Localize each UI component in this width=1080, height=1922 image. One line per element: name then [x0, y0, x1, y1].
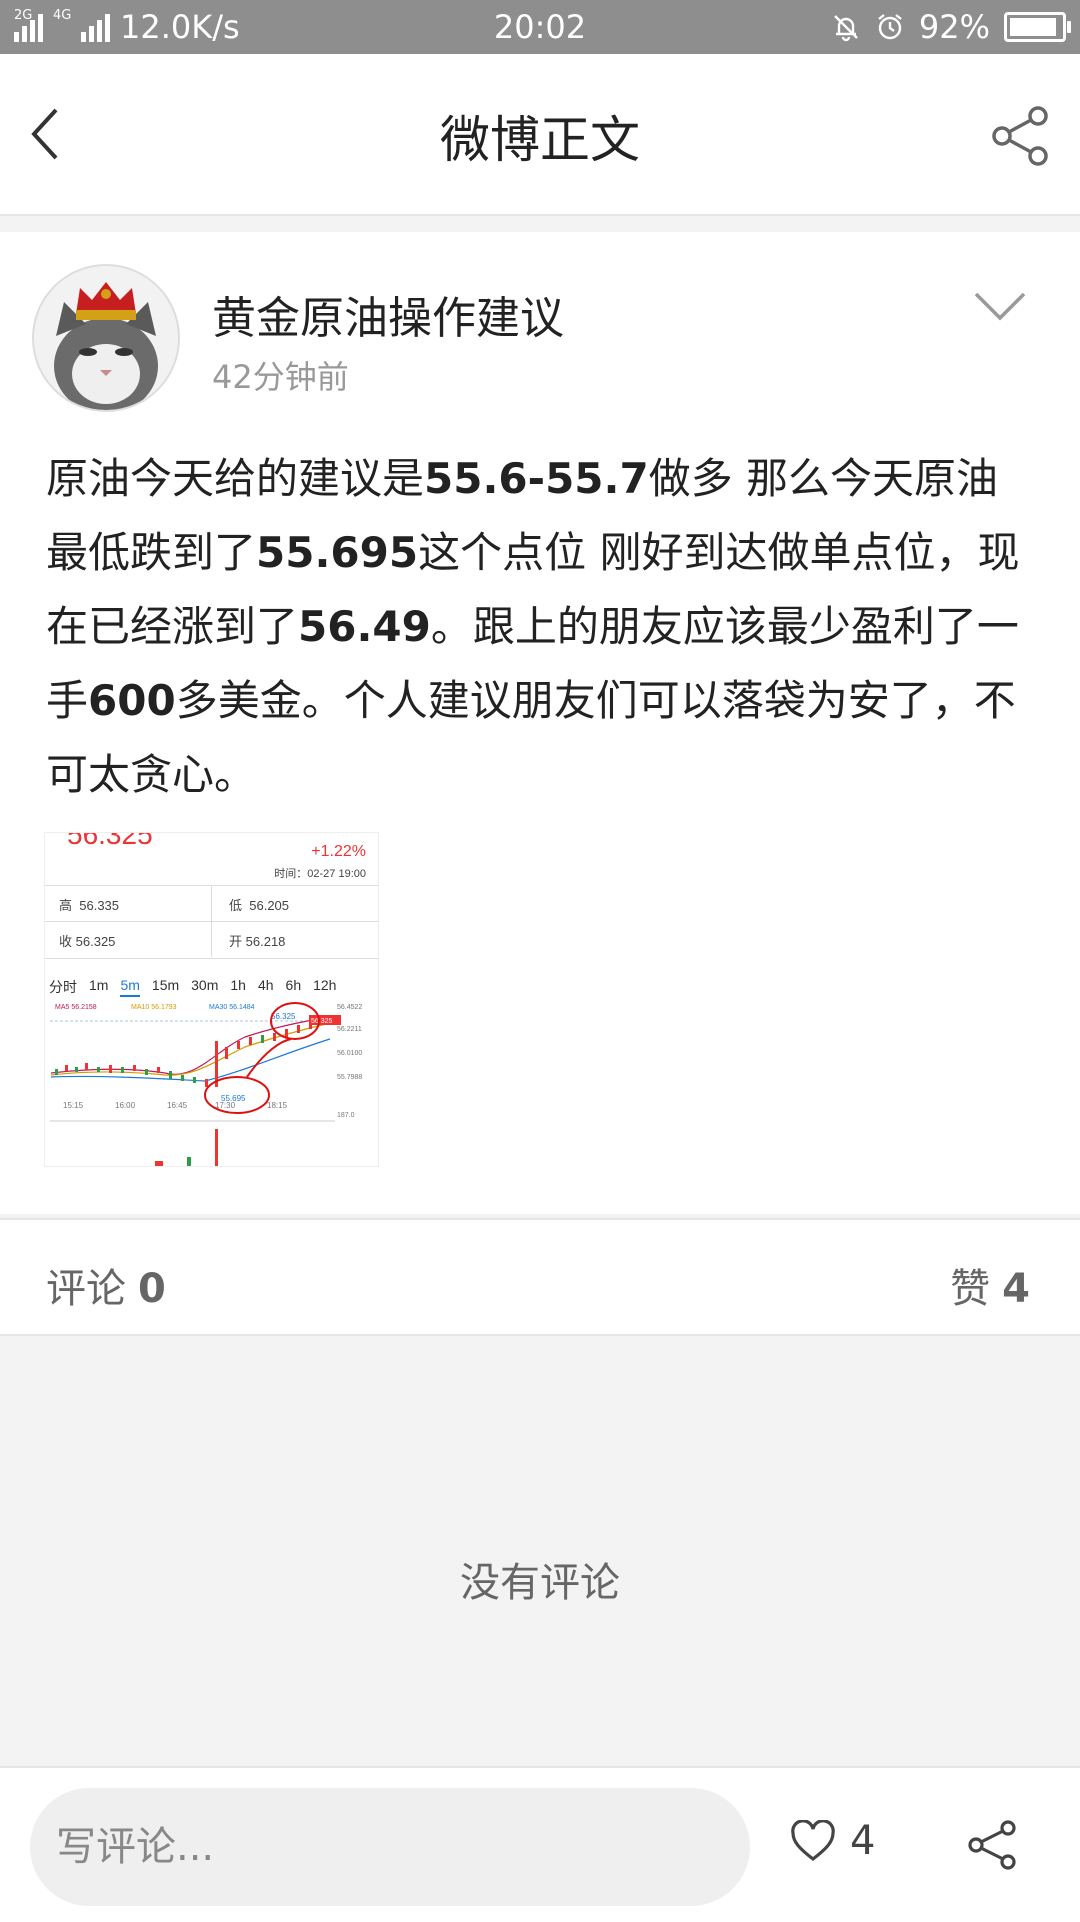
likes-tab[interactable]: 赞4 — [950, 1256, 1030, 1314]
status-right: 92% — [831, 8, 1071, 46]
like-count: 4 — [850, 1818, 876, 1864]
cat-with-crown-avatar-icon — [34, 266, 178, 410]
post-text-segment: 55.695 — [256, 528, 419, 577]
image-tab: 分时 — [49, 979, 77, 995]
image-tab: 4h — [257, 977, 274, 993]
battery-icon — [1004, 12, 1071, 42]
alarm-clock-icon — [878, 14, 902, 40]
svg-text:56.325: 56.325 — [271, 1012, 296, 1021]
like-button[interactable]: 4 — [790, 1818, 875, 1864]
no-comments-text: 没有评论 — [460, 1560, 620, 1606]
svg-text:56.4522: 56.4522 — [337, 1004, 362, 1011]
svg-text:MA30 56.1484: MA30 56.1484 — [209, 1004, 255, 1011]
image-high: 高 56.335 — [59, 898, 120, 913]
svg-text:55.7988: 55.7988 — [337, 1074, 362, 1081]
candlestick-chart: MA5 56.2158 MA10 56.1793 MA30 56.1484 56… — [50, 1002, 362, 1166]
post-text-segment: 多美金。个人建议朋友们可以落袋为安了，不可太贪心。 — [46, 676, 1016, 799]
svg-text:MA5 56.2158: MA5 56.2158 — [55, 1004, 97, 1011]
post-card: 黄金原油操作建议 42分钟前 原油今天给的建议是55.6-55.7做多 那么今天… — [0, 232, 1080, 1214]
comment-input[interactable] — [30, 1788, 750, 1906]
svg-text:56.2211: 56.2211 — [337, 1026, 362, 1033]
interaction-counts: 评论 0 赞4 — [0, 1218, 1080, 1336]
chevron-down-icon[interactable] — [972, 288, 1028, 324]
svg-text:56.0100: 56.0100 — [337, 1050, 362, 1057]
post-text-segment: 55.6-55.7 — [424, 454, 649, 503]
svg-text:15:15: 15:15 — [63, 1101, 84, 1110]
share-icon[interactable] — [966, 1818, 1020, 1872]
candles — [55, 1019, 312, 1166]
svg-text:16:45: 16:45 — [167, 1101, 188, 1110]
comments-tab[interactable]: 评论 0 — [46, 1256, 166, 1314]
top-nav-bar: 微博正文 — [0, 54, 1080, 216]
avatar[interactable] — [32, 264, 180, 412]
image-tab: 1h — [230, 977, 246, 993]
image-close: 收 56.325 — [59, 934, 116, 949]
image-change: +1.22% — [311, 843, 366, 860]
image-tab: 12h — [313, 977, 337, 993]
svg-text:18:15: 18:15 — [267, 1101, 288, 1110]
heart-icon — [791, 1820, 835, 1862]
image-tab: 15m — [151, 977, 180, 993]
bottom-action-bar: 4 — [0, 1766, 1080, 1922]
mute-bell-icon — [834, 15, 858, 42]
svg-text:MA10 56.1793: MA10 56.1793 — [131, 1004, 177, 1011]
image-tab: 6h — [285, 977, 302, 993]
page-title: 微博正文 — [440, 111, 640, 169]
post-text-segment: 56.49 — [298, 602, 431, 651]
image-time: 时间：02-27 19:00 — [274, 868, 366, 880]
image-interval-tabs: 分时 1m 5m 15m 30m 1h 4h 6h 12h — [49, 977, 336, 997]
image-tab: 30m — [191, 977, 219, 993]
image-open: 开 56.218 — [229, 934, 286, 949]
image-price: 56.325 — [67, 832, 153, 850]
svg-text:16:00: 16:00 — [115, 1101, 136, 1110]
image-tab: 5m — [120, 977, 140, 997]
svg-text:187.0: 187.0 — [337, 1112, 355, 1119]
svg-text:56.325: 56.325 — [311, 1018, 333, 1025]
post-text: 原油今天给的建议是55.6-55.7做多 那么今天原油最低跌到了55.695这个… — [46, 442, 1036, 812]
post-text-segment: 600 — [88, 676, 176, 725]
post-image[interactable]: 56.325 +1.22% 时间：02-27 19:00 高 56.335 低 … — [44, 832, 379, 1167]
post-time: 42分钟前 — [212, 358, 349, 396]
post-text-segment: 原油今天给的建议是 — [46, 454, 425, 503]
image-low: 低 56.205 — [229, 898, 290, 913]
image-tab: 1m — [89, 977, 109, 993]
share-icon[interactable] — [990, 104, 1054, 168]
author-name[interactable]: 黄金原油操作建议 — [212, 282, 564, 346]
status-bar: 2G 4G 12.0K/s 20:02 92% — [0, 0, 1080, 54]
battery-percent: 92% — [918, 8, 990, 46]
